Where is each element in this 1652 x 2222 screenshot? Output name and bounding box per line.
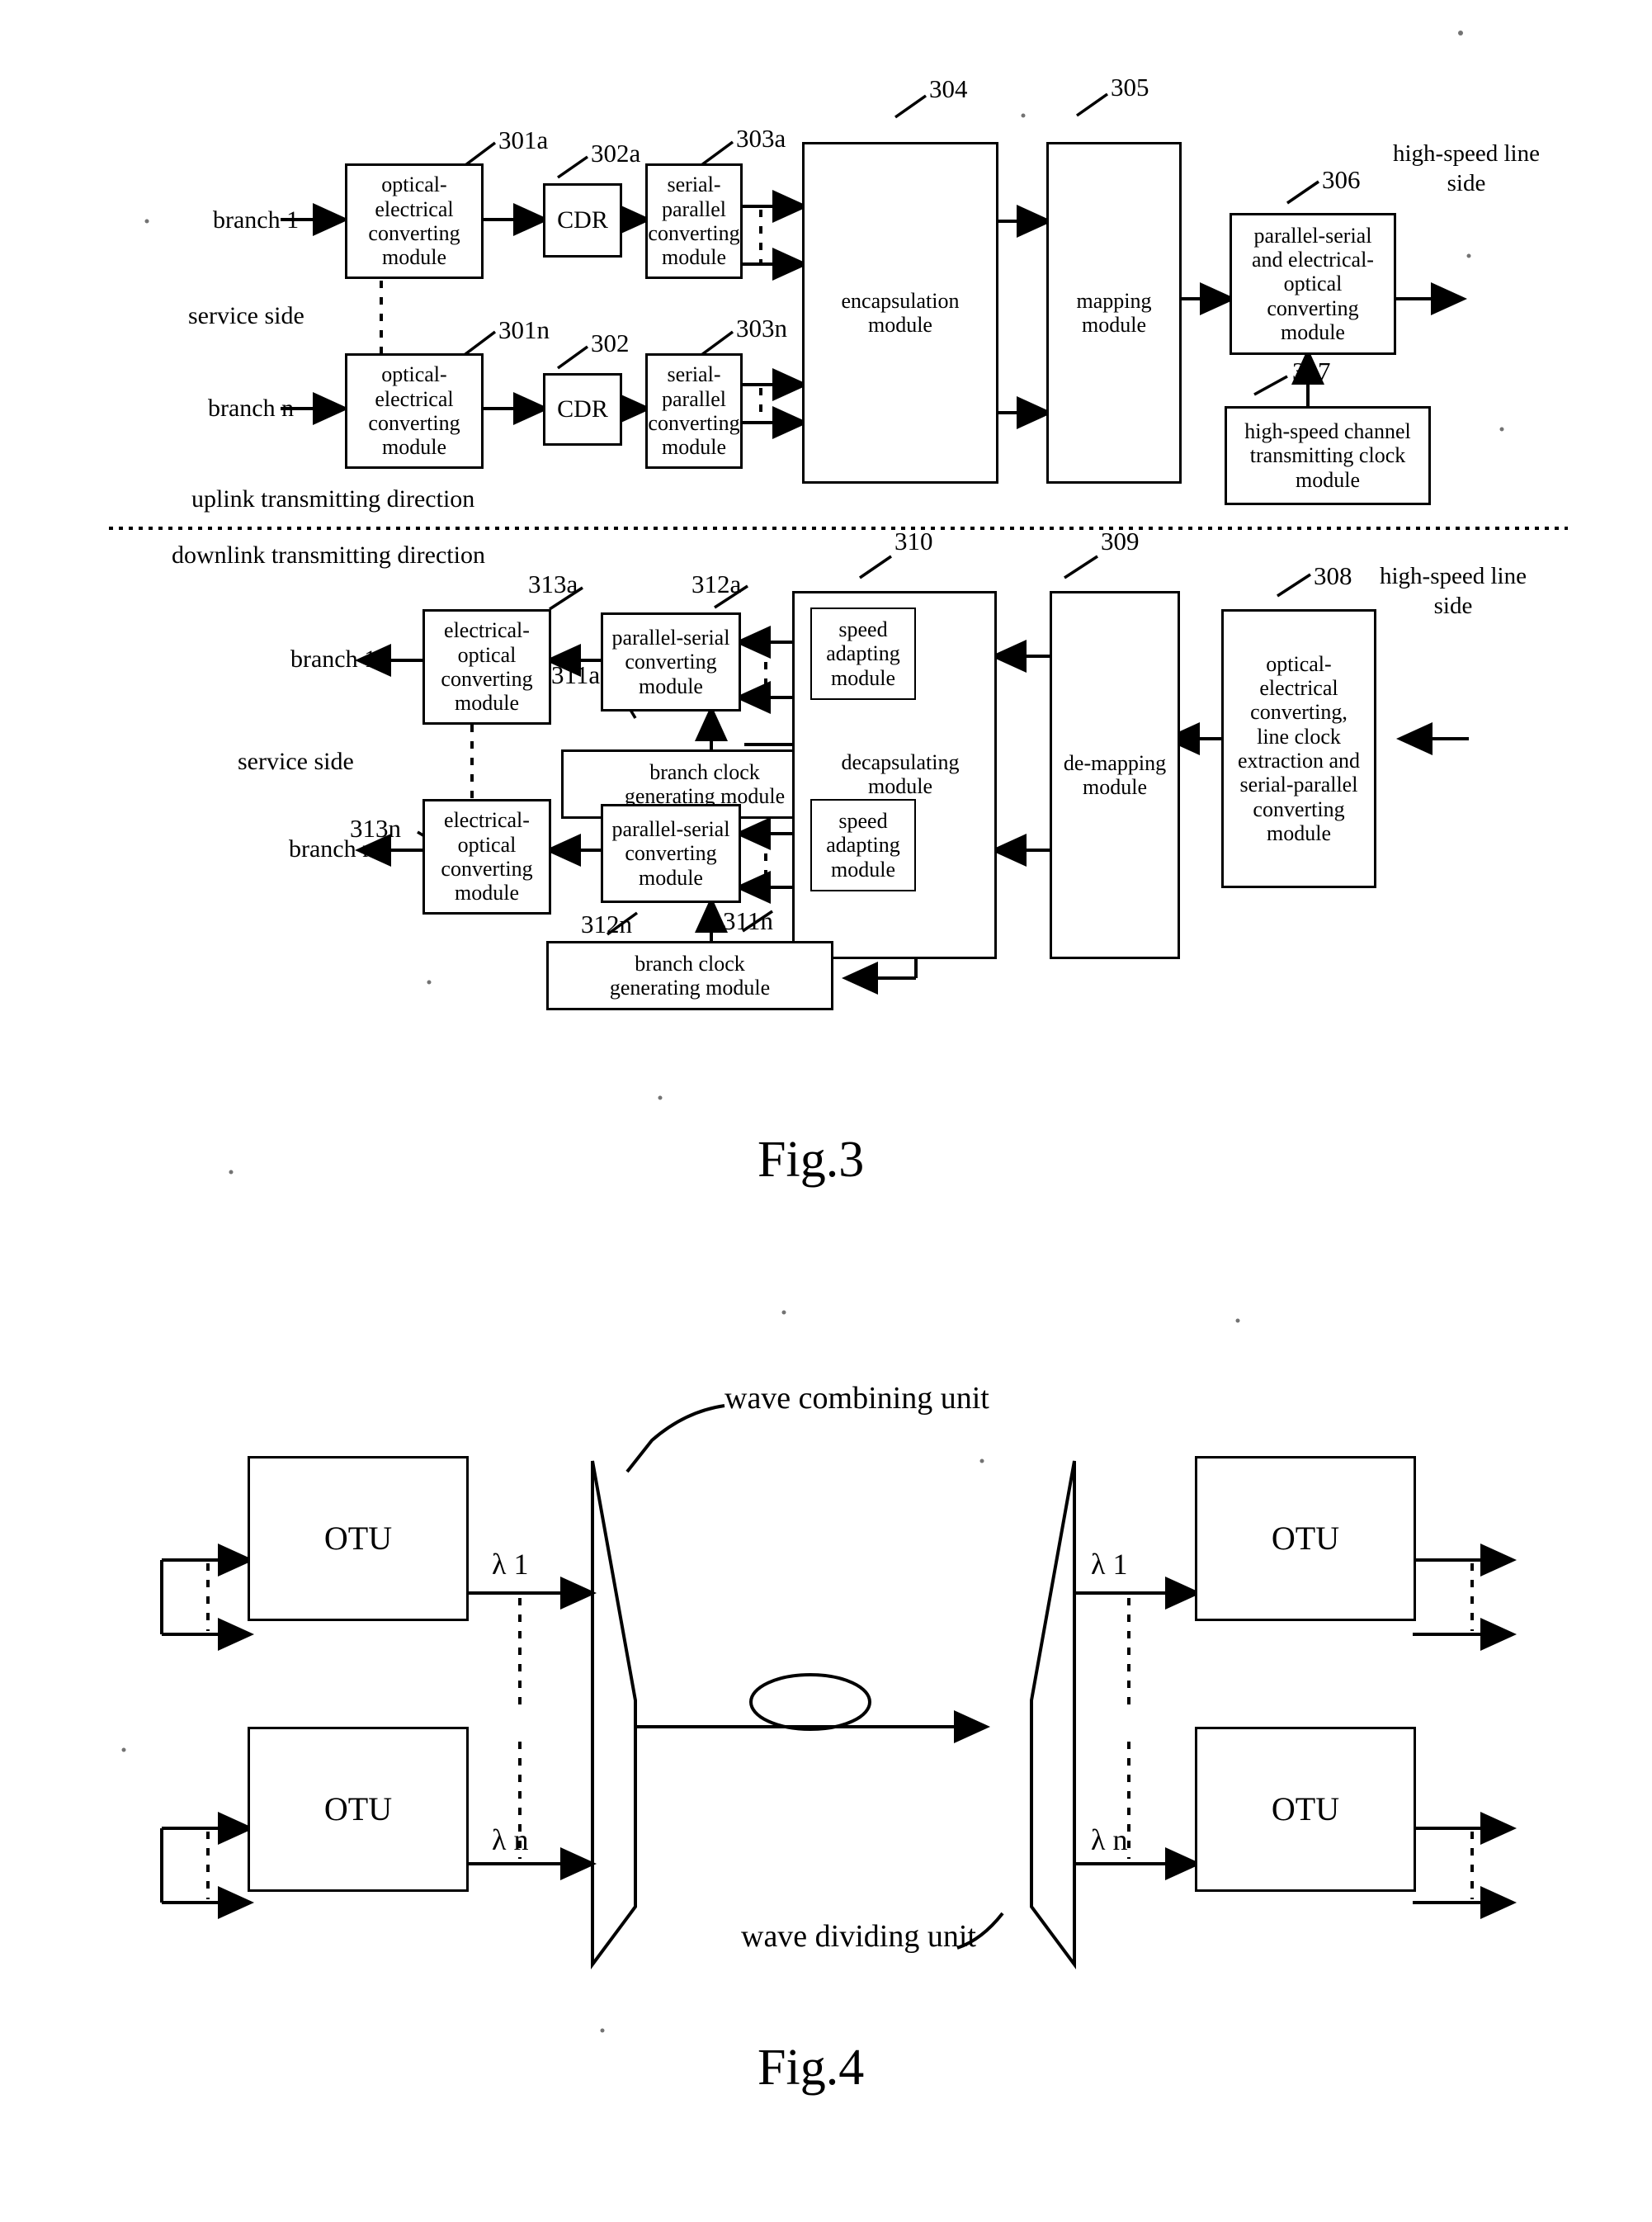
otu-bottom-left-label: OTU <box>323 1790 393 1828</box>
ref-308: 308 <box>1314 561 1352 590</box>
otu-bottom-right-label: OTU <box>1271 1790 1340 1828</box>
module-303a-label: serial-parallel converting module <box>648 173 740 270</box>
module-313n-label: electrical-optical converting module <box>441 808 533 905</box>
branch-n-output-label: branch n <box>289 835 375 863</box>
module-303n-label: serial-parallel converting module <box>648 362 740 460</box>
ref-303a: 303a <box>736 124 786 153</box>
module-310-label: decapsulating module <box>841 750 960 799</box>
ref-311a: 311a <box>551 660 601 689</box>
ref-307: 307 <box>1292 357 1331 385</box>
module-308-label: optical-electrical converting, line clock e… <box>1238 651 1360 846</box>
otu-top-left[interactable]: OTU <box>248 1456 469 1621</box>
module-310a-label: speed adapting module <box>826 617 900 690</box>
ref-304: 304 <box>929 74 968 103</box>
module-302n-cdr[interactable]: CDR <box>543 373 622 446</box>
module-302a-cdr[interactable]: CDR <box>543 183 622 258</box>
downlink-direction-label: downlink transmitting direction <box>172 541 485 569</box>
uplink-direction-label: uplink transmitting direction <box>191 485 475 513</box>
module-304-encapsulation[interactable]: encapsulation module <box>802 142 998 484</box>
ref-305: 305 <box>1111 73 1149 102</box>
otu-top-left-label: OTU <box>323 1520 393 1558</box>
module-306-label: parallel-serial and electrical-optical con… <box>1252 223 1374 345</box>
module-313a-label: electrical-optical converting module <box>441 618 533 716</box>
ref-306: 306 <box>1322 165 1361 194</box>
module-313a-electrical-optical-converting[interactable]: electrical-optical converting module <box>422 609 551 725</box>
ref-301n: 301n <box>498 315 550 344</box>
module-311n-branch-clock-generating[interactable]: branch clock generating module <box>546 941 833 1010</box>
module-309-de-mapping[interactable]: de-mapping module <box>1050 591 1180 959</box>
module-311a-label: branch clock generating module <box>624 759 786 808</box>
module-301a-optical-electrical-converting[interactable]: optical-electrical converting module <box>345 163 484 279</box>
module-309-label: de-mapping module <box>1063 750 1167 799</box>
module-307-high-speed-channel-transmitting-clock[interactable]: high-speed channel transmitting clock modu… <box>1225 406 1431 505</box>
module-312a-label: parallel-serial converting module <box>611 625 730 698</box>
ref-303n: 303n <box>736 314 787 343</box>
high-speed-line-side-label-top: high-speed line side <box>1393 140 1540 197</box>
module-304-label: encapsulation module <box>841 288 960 337</box>
module-301n-optical-electrical-converting[interactable]: optical-electrical converting module <box>345 353 484 469</box>
service-side-label-top: service side <box>188 302 304 329</box>
module-312a-parallel-serial-converting[interactable]: parallel-serial converting module <box>601 612 741 712</box>
wavelength-label-right-bottom: λ n <box>1091 1823 1128 1856</box>
wavelength-label-right-top: λ 1 <box>1091 1548 1128 1581</box>
wave-dividing-unit-label: wave dividing unit <box>741 1919 976 1954</box>
ref-310: 310 <box>894 527 933 556</box>
module-306-parallel-serial-electrical-optical-converting[interactable]: parallel-serial and electrical-optical con… <box>1230 213 1396 355</box>
branch-1-output-label: branch 1 <box>290 645 377 673</box>
wavelength-label-left-top: λ 1 <box>492 1548 529 1581</box>
figure-3-caption: Fig.3 <box>758 1132 865 1188</box>
module-312n-parallel-serial-converting[interactable]: parallel-serial converting module <box>601 804 741 903</box>
ref-301a: 301a <box>498 125 549 154</box>
module-301n-label: optical-electrical converting module <box>368 362 460 460</box>
branch-1-input-label: branch 1 <box>213 206 300 234</box>
module-310n-label: speed adapting module <box>826 808 900 882</box>
patent-figure-sheet: optical-electrical converting module 301a … <box>0 0 1652 2222</box>
module-312n-label: parallel-serial converting module <box>611 816 730 890</box>
module-313n-electrical-optical-converting[interactable]: electrical-optical converting module <box>422 799 551 915</box>
ref-313a: 313a <box>528 570 578 598</box>
otu-top-right-label: OTU <box>1271 1520 1340 1558</box>
module-303a-serial-parallel-converting[interactable]: serial-parallel converting module <box>645 163 743 279</box>
ref-302n: 302 <box>591 329 630 357</box>
module-311n-label: branch clock generating module <box>609 951 771 1000</box>
ref-312a: 312a <box>691 570 742 598</box>
module-310a-speed-adapting[interactable]: speed adapting module <box>810 608 916 700</box>
wave-dividing-unit-shape <box>1030 1460 1076 1970</box>
branch-n-input-label: branch n <box>208 395 295 422</box>
wave-combining-unit-shape <box>591 1460 637 1970</box>
module-302a-label: CDR <box>557 206 608 234</box>
ref-309: 309 <box>1101 527 1140 556</box>
module-305-mapping[interactable]: mapping module <box>1046 142 1182 484</box>
otu-top-right[interactable]: OTU <box>1195 1456 1416 1621</box>
otu-bottom-right[interactable]: OTU <box>1195 1727 1416 1892</box>
module-303n-serial-parallel-converting[interactable]: serial-parallel converting module <box>645 353 743 469</box>
module-308-optical-electrical-line-clock-serial-parallel[interactable]: optical-electrical converting, line clock e… <box>1221 609 1376 888</box>
wavelength-label-left-bottom: λ n <box>492 1823 529 1856</box>
ref-311n: 311n <box>723 906 773 935</box>
module-301a-label: optical-electrical converting module <box>368 173 460 270</box>
module-305-label: mapping module <box>1076 288 1152 337</box>
service-side-label-bottom: service side <box>238 748 354 775</box>
high-speed-line-side-label-bottom: high-speed line side <box>1380 563 1527 620</box>
module-302n-label: CDR <box>557 395 608 423</box>
module-307-label: high-speed channel transmitting clock modu… <box>1244 418 1411 492</box>
otu-bottom-left[interactable]: OTU <box>248 1727 469 1892</box>
ref-312n: 312n <box>581 910 632 938</box>
ref-302a: 302a <box>591 139 641 168</box>
wave-combining-unit-label: wave combining unit <box>725 1381 989 1416</box>
figure-4-caption: Fig.4 <box>758 2040 865 2096</box>
module-310n-speed-adapting[interactable]: speed adapting module <box>810 799 916 891</box>
optical-fiber-symbol <box>749 1673 871 1731</box>
